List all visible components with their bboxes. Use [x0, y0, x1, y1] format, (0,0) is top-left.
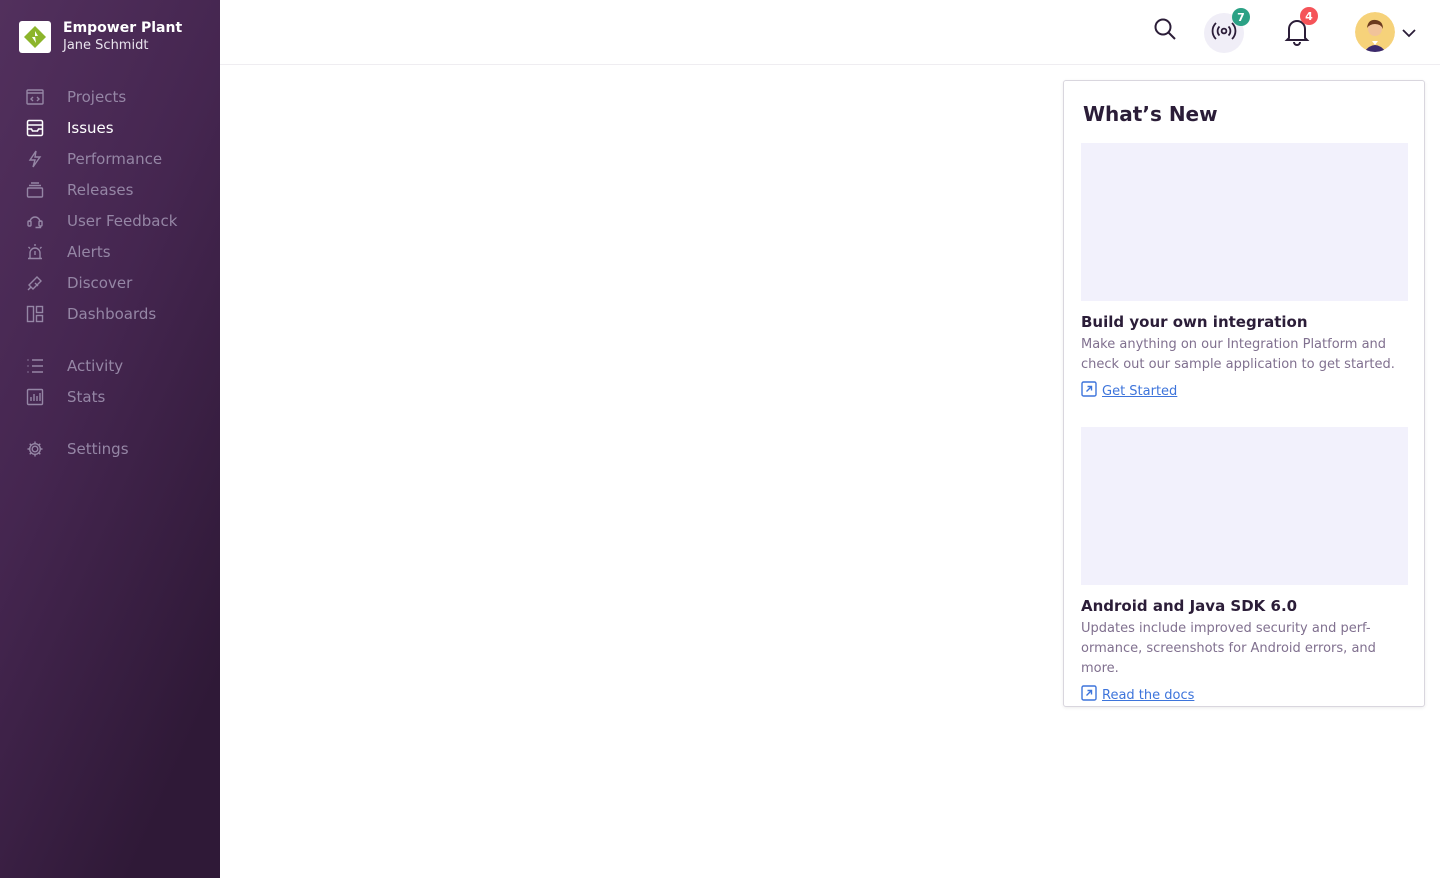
card-image-placeholder — [1081, 143, 1408, 301]
sidebar-item-performance[interactable]: Performance — [0, 143, 220, 174]
org-name: Empower Plant — [63, 20, 183, 36]
nav-divider — [0, 329, 220, 350]
sidebar-item-label: Alerts — [67, 242, 111, 261]
card-description: Updates include improved security and pe… — [1081, 621, 1376, 676]
sidebar-item-label: Dashboards — [67, 304, 157, 323]
broadcast-icon — [1210, 20, 1238, 46]
sidebar: Empower Plant Jane Schmidt Projects Issu… — [0, 0, 220, 878]
sidebar-item-label: Discover — [67, 273, 133, 292]
sidebar-item-dashboards[interactable]: Dashboards — [0, 298, 220, 329]
activity-icon — [26, 357, 44, 375]
sidebar-item-user-feedback[interactable]: User Feedback — [0, 205, 220, 236]
org-user: Jane Schmidt — [63, 38, 149, 53]
card-title: Build your own integration — [1081, 313, 1308, 331]
sidebar-item-discover[interactable]: Discover — [0, 267, 220, 298]
card-description: Make anything on our Integration Platfor… — [1081, 337, 1395, 372]
whats-new-card: Build your own integration Make anything… — [1081, 143, 1408, 401]
sidebar-item-label: Performance — [67, 149, 163, 168]
external-link-icon — [1081, 381, 1097, 401]
avatar — [1355, 12, 1395, 52]
get-started-link[interactable]: Get Started — [1081, 381, 1408, 401]
org-logo — [19, 21, 51, 53]
sidebar-nav: Projects Issues Performance Releases Use… — [0, 81, 220, 464]
whats-new-panel: What’s New Build your own integration Ma… — [1063, 80, 1425, 707]
broadcast-count-badge: 7 — [1232, 8, 1250, 26]
external-link-icon — [1081, 685, 1097, 705]
top-header: 7 4 — [220, 0, 1440, 65]
org-switcher[interactable]: Empower Plant Jane Schmidt — [19, 20, 182, 54]
sidebar-item-projects[interactable]: Projects — [0, 81, 220, 112]
whats-new-card: Android and Java SDK 6.0 Updates include… — [1081, 427, 1408, 705]
notifications-button[interactable]: 4 — [1280, 7, 1318, 50]
search-icon — [1153, 17, 1177, 45]
card-title: Android and Java SDK 6.0 — [1081, 597, 1298, 615]
user-feedback-icon — [26, 212, 44, 230]
notification-count-badge: 4 — [1300, 7, 1318, 25]
alerts-icon — [26, 243, 44, 261]
projects-icon — [26, 88, 44, 106]
sidebar-item-label: Issues — [67, 118, 114, 137]
discover-icon — [26, 274, 44, 292]
releases-icon — [26, 181, 44, 199]
user-menu[interactable] — [1355, 12, 1417, 52]
sidebar-item-label: Activity — [67, 356, 124, 375]
dashboards-icon — [26, 305, 44, 323]
performance-icon — [26, 150, 44, 168]
card-image-placeholder — [1081, 427, 1408, 585]
sidebar-item-label: Settings — [67, 439, 129, 458]
sidebar-item-settings[interactable]: Settings — [0, 433, 220, 464]
link-label[interactable]: Get Started — [1102, 384, 1177, 399]
broadcasts-button[interactable]: 7 — [1204, 8, 1250, 53]
issues-icon — [26, 119, 44, 137]
sidebar-item-label: User Feedback — [67, 211, 178, 230]
sidebar-item-stats[interactable]: Stats — [0, 381, 220, 412]
settings-icon — [26, 440, 44, 458]
sidebar-item-label: Releases — [67, 180, 134, 199]
sidebar-item-activity[interactable]: Activity — [0, 350, 220, 381]
stats-icon — [26, 388, 44, 406]
sidebar-item-label: Stats — [67, 387, 106, 406]
plant-logo-icon — [24, 26, 46, 48]
link-label[interactable]: Read the docs — [1102, 688, 1194, 703]
sidebar-item-label: Projects — [67, 87, 127, 106]
search-button[interactable] — [1150, 16, 1180, 46]
sidebar-item-releases[interactable]: Releases — [0, 174, 220, 205]
chevron-down-icon — [1401, 23, 1417, 42]
panel-title: What’s New — [1083, 102, 1218, 126]
read-docs-link[interactable]: Read the docs — [1081, 685, 1408, 705]
sidebar-item-alerts[interactable]: Alerts — [0, 236, 220, 267]
nav-divider — [0, 412, 220, 433]
sidebar-item-issues[interactable]: Issues — [0, 112, 220, 143]
